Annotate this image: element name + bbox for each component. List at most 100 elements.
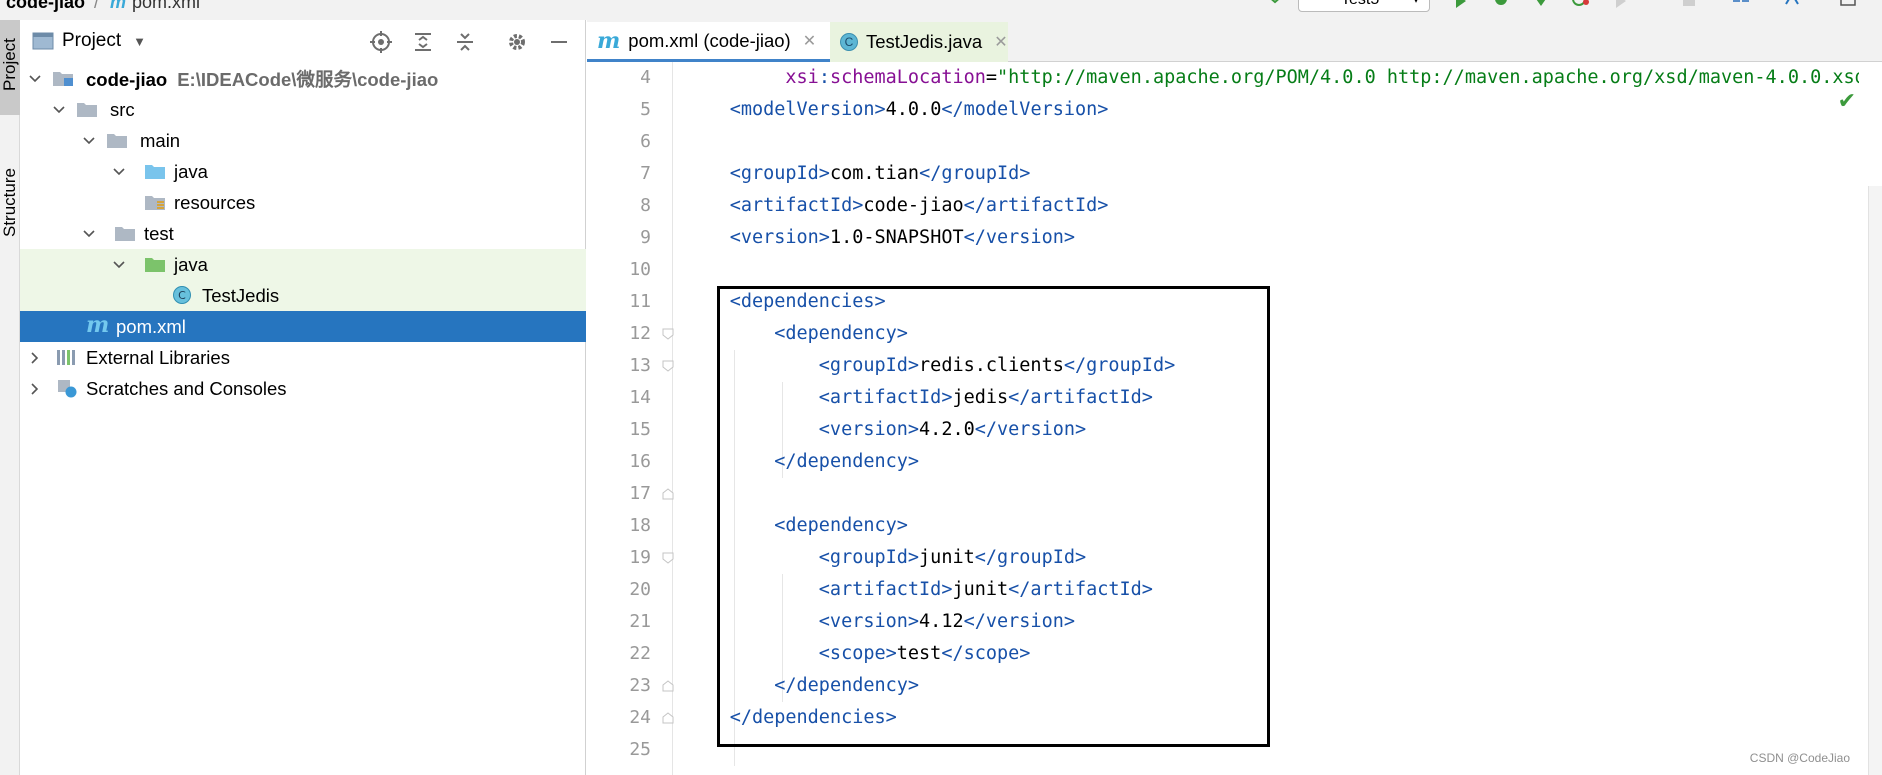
tree-item-testjedis[interactable]: C TestJedis — [20, 280, 586, 311]
locate-file-icon[interactable] — [370, 31, 392, 53]
tree-item-pom-xml[interactable]: m pom.xml — [20, 311, 586, 342]
fold-icon[interactable] — [662, 552, 674, 564]
breadcrumb-file-label: pom.xml — [132, 0, 201, 12]
inspection-ok-icon[interactable]: ✔ — [1838, 88, 1856, 114]
debug-icon[interactable] — [1492, 0, 1510, 8]
hide-panel-icon[interactable] — [548, 31, 570, 53]
line-number: 12 — [629, 323, 651, 344]
maven-icon: m — [597, 27, 621, 54]
navigation-bar: code-jiao / mpom.xml Test5 ▾ — [0, 0, 1882, 20]
line-number: 24 — [629, 707, 651, 728]
chevron-down-icon[interactable] — [112, 165, 126, 179]
tool-window-structure[interactable]: Structure — [0, 148, 20, 258]
tree-item-scratches[interactable]: Scratches and Consoles — [20, 373, 586, 404]
svg-text:C: C — [178, 289, 186, 302]
tree-item-test-java[interactable]: java — [20, 249, 586, 280]
gear-icon[interactable] — [506, 31, 528, 53]
maven-icon: m — [86, 312, 110, 338]
tree-item-external-libraries[interactable]: External Libraries — [20, 342, 586, 373]
line-number: 19 — [629, 547, 651, 568]
fold-icon[interactable] — [662, 360, 674, 372]
fold-end-icon[interactable] — [662, 680, 674, 692]
chevron-down-icon[interactable] — [82, 227, 96, 241]
collapse-all-icon[interactable] — [454, 31, 476, 53]
chevron-right-icon[interactable] — [28, 351, 42, 365]
watermark: CSDN @CodeJiao — [1749, 751, 1850, 765]
profile-icon[interactable] — [1572, 0, 1590, 8]
chevron-down-icon[interactable] — [52, 103, 66, 117]
tree-item-src[interactable]: src — [20, 94, 586, 125]
code-line: <artifactId>junit</artifactId> — [818, 579, 1153, 600]
tree-item-resources[interactable]: resources — [20, 187, 586, 218]
chevron-down-icon[interactable] — [112, 258, 126, 272]
resources-folder-icon — [145, 196, 165, 210]
tab-testjedis[interactable]: C TestJedis.java ✕ — [830, 22, 1008, 62]
chevron-down-icon[interactable] — [28, 72, 42, 86]
tree-item-code-jiao[interactable]: code-jiao E:\IDEACode\微服务\code-jiao — [20, 63, 586, 94]
tool-window-structure-label: Structure — [0, 168, 19, 238]
close-icon[interactable]: ✕ — [994, 32, 1007, 52]
chevron-down-icon[interactable] — [82, 134, 96, 148]
project-structure-icon[interactable] — [1732, 0, 1750, 8]
tree-item-label: pom.xml — [116, 315, 186, 337]
back-arrow-icon[interactable] — [1266, 0, 1284, 8]
tree-item-label: resources — [174, 191, 256, 213]
tree-item-test[interactable]: test — [20, 218, 586, 249]
tab-label: TestJedis.java — [866, 31, 983, 52]
folder-icon — [107, 134, 127, 148]
editor: m pom.xml (code-jiao) ✕ C TestJedis.java… — [587, 20, 1882, 775]
fold-end-icon[interactable] — [662, 712, 674, 724]
code-line: <dependencies> — [729, 291, 886, 312]
run-icon[interactable] — [1452, 0, 1470, 8]
project-panel-title[interactable]: Project — [62, 30, 121, 52]
tree-item-label: code-jiao E:\IDEACode\微服务\code-jiao — [86, 68, 439, 90]
close-icon[interactable]: ✕ — [803, 31, 816, 51]
code-line: <dependency> — [774, 323, 908, 344]
project-panel: Project ▼ code-jiao E:\IDEACode\微服务\code-… — [20, 20, 586, 775]
run-configuration-select[interactable]: Test5 ▾ — [1298, 0, 1430, 12]
code-line: </dependency> — [774, 451, 920, 472]
breadcrumb-project[interactable]: code-jiao — [6, 0, 85, 13]
tool-window-project[interactable]: Project — [0, 20, 20, 115]
folder-icon — [77, 103, 97, 117]
line-number: 23 — [629, 675, 651, 696]
code-line: <groupId>junit</groupId> — [818, 547, 1087, 568]
search-everywhere-icon[interactable] — [1840, 0, 1858, 8]
line-number: 11 — [629, 291, 651, 312]
code-line: <artifactId>code-jiao</artifactId> — [729, 195, 1109, 216]
code-line: <artifactId>jedis</artifactId> — [818, 387, 1153, 408]
code-line: <version>1.0-SNAPSHOT</version> — [729, 227, 1075, 248]
breadcrumb-file[interactable]: m pom.xml — [110, 0, 200, 13]
line-number: 16 — [629, 451, 651, 472]
chevron-down-icon: ▾ — [1413, 0, 1419, 12]
tree-item-main[interactable]: main — [20, 125, 586, 156]
tree-item-label: java — [174, 253, 208, 275]
tree-item-main-java[interactable]: java — [20, 156, 586, 187]
tree-item-label: java — [174, 160, 208, 182]
code-area[interactable]: xsi:schemaLocation="http://maven.apache.… — [674, 62, 1859, 775]
code-line: </dependency> — [774, 675, 920, 696]
expand-all-icon[interactable] — [412, 31, 434, 53]
libraries-icon — [57, 350, 75, 365]
translate-icon[interactable] — [1784, 0, 1802, 8]
tree-item-label: Scratches and Consoles — [86, 377, 287, 399]
coverage-icon[interactable] — [1532, 0, 1550, 8]
fold-end-icon[interactable] — [662, 488, 674, 500]
stop-icon — [1683, 0, 1695, 6]
tab-pom-xml[interactable]: m pom.xml (code-jiao) ✕ — [587, 22, 830, 62]
chevron-down-icon[interactable]: ▼ — [133, 34, 146, 49]
line-number: 6 — [640, 131, 651, 152]
code-line: <dependency> — [774, 515, 908, 536]
tree-item-label: main — [140, 129, 181, 151]
line-number: 18 — [629, 515, 651, 536]
line-number-gutter[interactable]: 4 5 6 7 8 9 10 11 12 13 14 15 16 17 18 1… — [587, 62, 674, 775]
tree-item-path: E:\IDEACode\微服务\code-jiao — [177, 68, 439, 90]
editor-scrollbar[interactable] — [1868, 186, 1882, 775]
fold-icon[interactable] — [662, 328, 674, 340]
code-line: <groupId>com.tian</groupId> — [729, 163, 1031, 184]
chevron-right-icon[interactable] — [28, 382, 42, 396]
